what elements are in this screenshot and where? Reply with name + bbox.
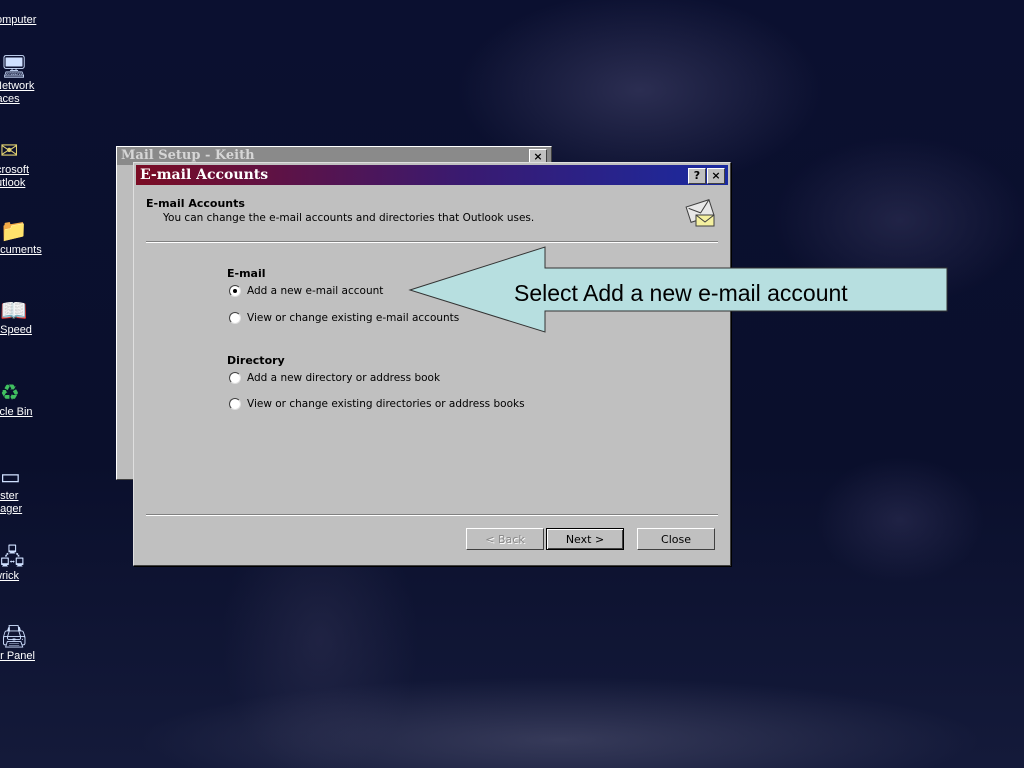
callout-arrow	[408, 246, 948, 333]
callout-text: Select Add a new e-mail account	[514, 280, 848, 306]
